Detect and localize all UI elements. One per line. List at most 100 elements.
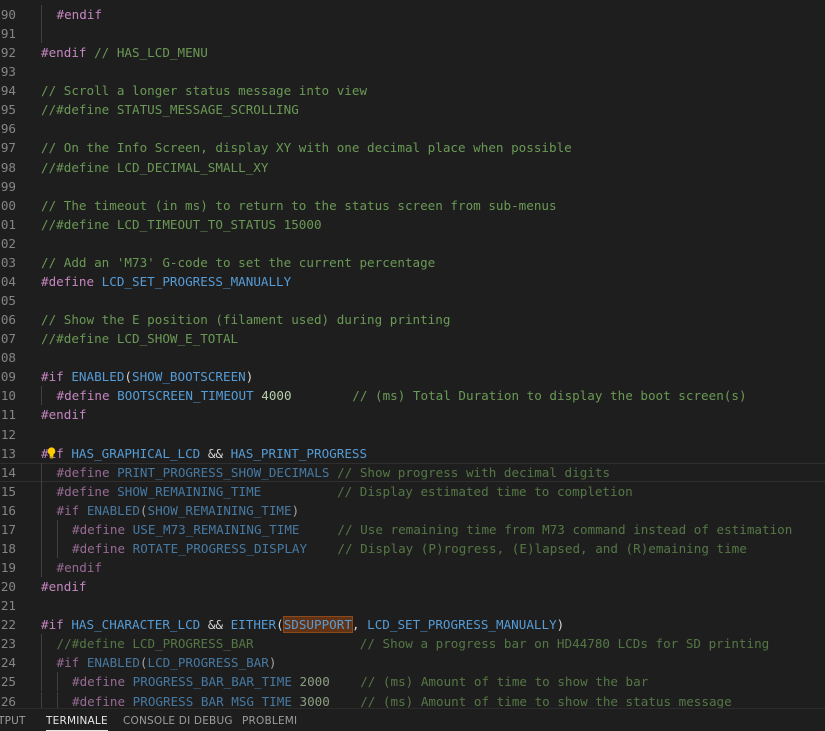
preprocessor-directive: #define bbox=[72, 521, 126, 537]
panel-tab-problemi[interactable]: PROBLEMI bbox=[242, 715, 297, 727]
preprocessor-directive: #define bbox=[41, 273, 95, 289]
indent-guide bbox=[56, 538, 58, 558]
line-number-text: 97 bbox=[0, 140, 16, 156]
line-number-text: 94 bbox=[0, 83, 16, 99]
line-number: 25 bbox=[0, 672, 24, 691]
code-line[interactable]: 11 #endif bbox=[0, 405, 825, 424]
code-line[interactable]: 13 #if HAS_GRAPHICAL_LCD && HAS_PRINT_PRO… bbox=[0, 444, 825, 463]
line-number: 08 bbox=[0, 348, 24, 367]
code-text: //#define LCD_PROGRESS_BAR // Show a pro… bbox=[57, 634, 770, 653]
code-line[interactable]: 99 bbox=[0, 177, 825, 196]
line-number-text: 02 bbox=[0, 235, 16, 251]
line-number: 05 bbox=[0, 291, 24, 310]
code-token: ) bbox=[245, 369, 254, 385]
line-number: 18 bbox=[0, 539, 24, 558]
preprocessor-directive: #endif bbox=[41, 579, 87, 595]
indent-guide bbox=[41, 5, 42, 24]
line-number-text: 23 bbox=[0, 636, 16, 652]
code-text: #if ENABLED(SHOW_REMAINING_TIME) bbox=[57, 501, 300, 520]
code-token: ) bbox=[291, 502, 300, 518]
line-number-text: 26 bbox=[0, 693, 16, 708]
code-token: ( bbox=[139, 502, 148, 518]
code-comment: // (ms) Amount of time to show the bar bbox=[360, 674, 649, 690]
code-line[interactable]: 19 #endif bbox=[0, 558, 825, 578]
line-number: 92 bbox=[0, 43, 24, 62]
line-number-text: 09 bbox=[0, 369, 16, 385]
macro-name: EITHER bbox=[230, 617, 277, 633]
preprocessor-directive: #define bbox=[72, 693, 126, 708]
line-number-text: 21 bbox=[0, 598, 16, 614]
line-number: 95 bbox=[0, 100, 24, 119]
code-line[interactable]: 22 #if HAS_CHARACTER_LCD && EITHER(SDSUPP… bbox=[0, 615, 825, 634]
code-line[interactable]: 92 #endif // HAS_LCD_MENU bbox=[0, 43, 825, 62]
code-text: #define BOOTSCREEN_TIMEOUT 4000 // (ms) … bbox=[57, 386, 747, 405]
line-number: 03 bbox=[0, 253, 24, 272]
code-line[interactable]: 00 // The timeout (in ms) to return to th… bbox=[0, 196, 825, 215]
code-line[interactable]: 90 #endif bbox=[0, 5, 825, 24]
line-number: 11 bbox=[0, 405, 24, 424]
line-number: 17 bbox=[0, 520, 24, 539]
code-line[interactable]: 14 #define PRINT_PROGRESS_SHOW_DECIMALS /… bbox=[0, 462, 825, 482]
code-text: // Show the E position (filament used) d… bbox=[41, 310, 450, 329]
line-number-text: 10 bbox=[0, 388, 16, 404]
code-line[interactable]: 20 #endif bbox=[0, 577, 825, 596]
code-line[interactable]: 16 #if ENABLED(SHOW_REMAINING_TIME) bbox=[0, 500, 825, 520]
code-line[interactable]: 23 //#define LCD_PROGRESS_BAR // Show a p… bbox=[0, 634, 825, 654]
code-line[interactable]: 94 // Scroll a longer status message into… bbox=[0, 81, 825, 100]
code-line[interactable]: 08 bbox=[0, 348, 825, 367]
code-line[interactable]: 02 bbox=[0, 234, 825, 253]
code-line[interactable]: 96 bbox=[0, 119, 825, 138]
line-number: 26 bbox=[0, 692, 24, 708]
preprocessor-directive: #endif bbox=[41, 45, 87, 61]
line-number: 20 bbox=[0, 577, 24, 596]
code-line[interactable]: 15 #define SHOW_REMAINING_TIME // Display… bbox=[0, 481, 825, 501]
code-line[interactable]: 01 //#define LCD_TIMEOUT_TO_STATUS 15000 bbox=[0, 215, 825, 234]
code-line[interactable]: 06 // Show the E position (filament used)… bbox=[0, 310, 825, 329]
code-line[interactable]: 07 //#define LCD_SHOW_E_TOTAL bbox=[0, 329, 825, 348]
code-line[interactable]: 17 #define USE_M73_REMAINING_TIME // Use … bbox=[0, 519, 825, 539]
macro-name: HAS_PRINT_PROGRESS bbox=[230, 445, 368, 461]
code-line[interactable]: 24 #if ENABLED(LCD_PROGRESS_BAR) bbox=[0, 653, 825, 673]
macro-name: ROTATE_PROGRESS_DISPLAY bbox=[132, 540, 308, 556]
code-line[interactable]: 97 // On the Info Screen, display XY with… bbox=[0, 138, 825, 157]
code-editor[interactable]: 90 #endif 91 92 #endif // HAS_LCD_MENU 93 94 //… bbox=[0, 0, 825, 708]
code-line[interactable]: 10 #define BOOTSCREEN_TIMEOUT 4000 // (ms… bbox=[0, 386, 825, 406]
code-text: #define PROGRESS_BAR_MSG_TIME 3000 // (m… bbox=[72, 692, 732, 708]
code-line[interactable]: 03 // Add an 'M73' G-code to set the curr… bbox=[0, 253, 825, 272]
panel-tab-terminale[interactable]: TERMINALE bbox=[46, 715, 108, 731]
code-token: && bbox=[200, 445, 231, 461]
code-line[interactable]: 93 bbox=[0, 62, 825, 81]
code-text: #define PROGRESS_BAR_BAR_TIME 2000 // (m… bbox=[72, 672, 648, 691]
code-comment: // On the Info Screen, display XY with o… bbox=[41, 140, 572, 156]
code-line[interactable]: 04 #define LCD_SET_PROGRESS_MANUALLY bbox=[0, 272, 825, 291]
code-line[interactable]: 18 #define ROTATE_PROGRESS_DISPLAY // Dis… bbox=[0, 538, 825, 558]
lightbulb-icon[interactable] bbox=[47, 447, 56, 459]
macro-name: LCD_SET_PROGRESS_MANUALLY bbox=[101, 273, 292, 289]
code-line[interactable]: 05 bbox=[0, 291, 825, 310]
panel-tab-tput[interactable]: TPUT bbox=[0, 715, 26, 727]
panel-tab-console-di-debug[interactable]: CONSOLE DI DEBUG bbox=[123, 715, 233, 727]
code-line[interactable]: 25 #define PROGRESS_BAR_BAR_TIME 2000 // … bbox=[0, 672, 825, 692]
code-line[interactable]: 12 bbox=[0, 425, 825, 444]
code-comment: //#define STATUS_MESSAGE_SCROLLING bbox=[41, 102, 299, 118]
line-number: 09 bbox=[0, 367, 24, 386]
code-line[interactable]: 09 #if ENABLED(SHOW_BOOTSCREEN) bbox=[0, 367, 825, 386]
line-number: 10 bbox=[0, 386, 24, 405]
code-text: //#define LCD_SHOW_E_TOTAL bbox=[41, 329, 238, 348]
line-number: 02 bbox=[0, 234, 24, 253]
code-line[interactable]: 91 bbox=[0, 24, 825, 44]
macro-name: BOOTSCREEN_TIMEOUT bbox=[117, 388, 254, 404]
number-literal: 4000 bbox=[261, 388, 292, 404]
code-line[interactable]: 95 //#define STATUS_MESSAGE_SCROLLING bbox=[0, 100, 825, 119]
code-line[interactable]: 26 #define PROGRESS_BAR_MSG_TIME 3000 // … bbox=[0, 691, 825, 708]
macro-name: ENABLED bbox=[86, 655, 140, 671]
code-line[interactable]: 98 //#define LCD_DECIMAL_SMALL_XY bbox=[0, 158, 825, 177]
code-comment: // Show a progress bar on HD44780 LCDs f… bbox=[359, 636, 770, 652]
code-line[interactable]: 21 bbox=[0, 596, 825, 615]
